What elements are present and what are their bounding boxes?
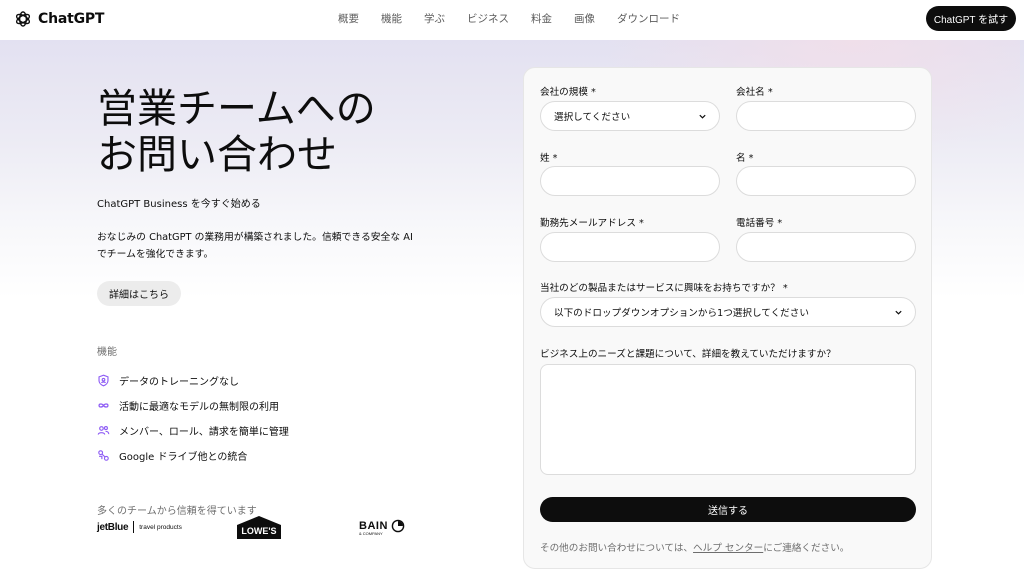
footer-suffix: にご連絡ください。 <box>763 543 850 554</box>
try-chatgpt-button[interactable]: ChatGPT を試す <box>926 6 1016 31</box>
hero-left: 営業チームへの お問い合わせ ChatGPT Business を今すぐ始める … <box>97 86 427 517</box>
company-size-value: 選択してください <box>554 112 631 123</box>
footer-prefix: その他のお問い合わせについては、 <box>540 543 694 554</box>
nav-link-images[interactable]: 画像 <box>574 11 595 26</box>
product-value: 以下のドロップダウンオプションから1つ選択してください <box>554 308 809 319</box>
page-title: 営業チームへの お問い合わせ <box>97 86 427 178</box>
feature-label: 活動に最適なモデルの無制限の利用 <box>119 402 279 413</box>
help-center-link[interactable]: ヘルプ センター <box>693 543 763 554</box>
feature-item: 活動に最適なモデルの無制限の利用 <box>97 393 427 418</box>
jetblue-logo-name: jetBlue <box>97 521 129 533</box>
feature-item: メンバー、ロール、請求を簡単に管理 <box>97 418 427 443</box>
company-size-label: 会社の規模 * <box>540 87 596 98</box>
hero-description: おなじみの ChatGPT の業務用が構築されました。信頼できる安全な AI で… <box>97 232 413 260</box>
hero-subtitle: ChatGPT Business を今すぐ始める <box>97 199 261 210</box>
features-heading: 機能 <box>97 347 117 358</box>
email-label: 勤務先メールアドレス * <box>540 218 644 229</box>
nav-links: 概要 機能 学ぶ ビジネス 料金 画像 ダウンロード <box>338 11 702 26</box>
needs-label: ビジネス上のニーズと課題について、詳細を教えていただけますか？ <box>540 349 836 360</box>
lowes-logo: LOWE'S <box>235 515 283 540</box>
infinity-icon <box>98 403 109 408</box>
last-name-input[interactable] <box>540 166 720 196</box>
feature-label: Google ドライブ他との統合 <box>119 452 248 463</box>
submit-button[interactable]: 送信する <box>540 497 916 522</box>
logo[interactable]: ChatGPT <box>13 9 104 29</box>
feature-label: データのトレーニングなし <box>119 377 239 388</box>
bain-compass-icon <box>391 519 405 533</box>
product-label: 当社のどの製品またはサービスに興味をお持ちですか？ * <box>540 283 788 294</box>
jetblue-logo: jetBlue travel products <box>97 521 182 533</box>
lowes-logo-name: LOWE'S <box>241 526 277 536</box>
chevron-down-icon <box>699 114 706 119</box>
nav-link-download[interactable]: ダウンロード <box>617 11 680 26</box>
chevron-down-icon <box>895 310 902 315</box>
contact-form: 会社の規模 * 選択してください 会社名 * 姓 * 名 * 勤務先メールアドレ… <box>523 67 932 569</box>
shield-lock-icon <box>98 374 109 387</box>
feature-item: データのトレーニングなし <box>97 368 427 393</box>
last-name-label: 姓 * <box>540 153 558 164</box>
phone-label: 電話番号 * <box>736 218 783 229</box>
bain-logo-suffix: & COMPANY <box>359 531 383 536</box>
nav-link-features[interactable]: 機能 <box>381 11 402 26</box>
product-select[interactable]: 以下のドロップダウンオプションから1つ選択してください <box>540 297 916 327</box>
integration-icon <box>98 450 109 461</box>
feature-item: Google ドライブ他との統合 <box>97 443 427 468</box>
company-name-label: 会社名 * <box>736 87 773 98</box>
needs-textarea[interactable] <box>540 364 916 475</box>
page-title-line2: お問い合わせ <box>97 132 337 178</box>
email-input[interactable] <box>540 232 720 262</box>
nav-link-learn[interactable]: 学ぶ <box>424 11 445 26</box>
top-nav: ChatGPT 概要 機能 学ぶ ビジネス 料金 画像 ダウンロード ChatG… <box>0 0 1024 40</box>
details-button[interactable]: 詳細はこちら <box>97 281 181 306</box>
page-title-line1: 営業チームへの <box>97 86 376 132</box>
logo-text: ChatGPT <box>38 11 105 27</box>
phone-input[interactable] <box>736 232 916 262</box>
first-name-input[interactable] <box>736 166 916 196</box>
form-footer: その他のお問い合わせについては、ヘルプ センターにご連絡ください。 <box>540 540 849 554</box>
feature-label: メンバー、ロール、請求を簡単に管理 <box>119 427 289 438</box>
customer-logos: jetBlue travel products LOWE'S BAIN & CO… <box>97 515 417 545</box>
bain-logo: BAIN & COMPANY <box>359 519 405 536</box>
nav-link-business[interactable]: ビジネス <box>467 11 509 26</box>
openai-logo-icon <box>15 11 31 27</box>
first-name-label: 名 * <box>736 153 754 164</box>
logo-divider <box>133 521 135 533</box>
company-size-select[interactable]: 選択してください <box>540 101 720 131</box>
jetblue-logo-suffix: travel products <box>139 523 182 531</box>
nav-link-pricing[interactable]: 料金 <box>531 11 552 26</box>
features-list: データのトレーニングなし 活動に最適なモデルの無制限の利用 メンバー、ロール、請… <box>97 368 427 468</box>
users-icon <box>97 426 110 435</box>
nav-link-overview[interactable]: 概要 <box>338 11 359 26</box>
company-name-input[interactable] <box>736 101 916 131</box>
